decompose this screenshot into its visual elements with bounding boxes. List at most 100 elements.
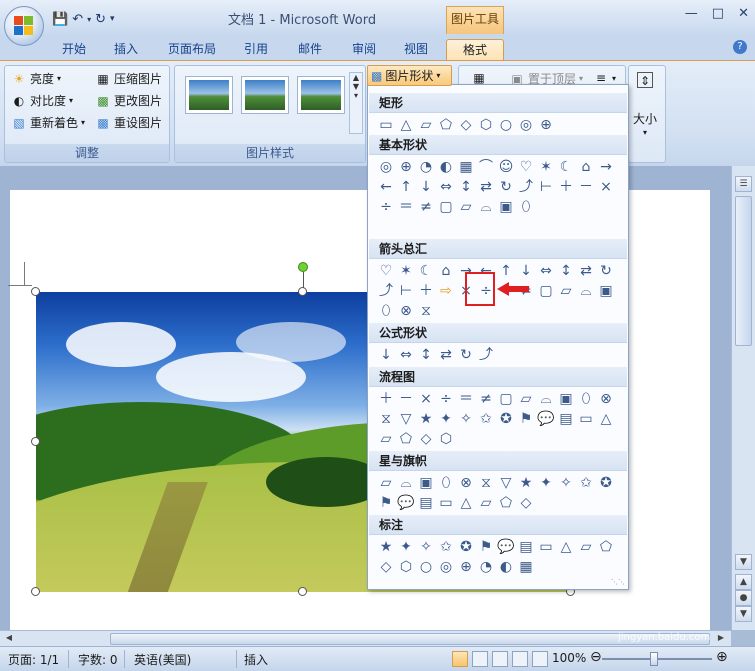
shape-option[interactable]: △ bbox=[456, 493, 476, 513]
shape-option[interactable]: ▭ bbox=[436, 493, 456, 513]
shape-option[interactable]: ▱ bbox=[576, 537, 596, 557]
shape-option[interactable]: ⊕ bbox=[456, 557, 476, 577]
shape-option[interactable]: ⌓ bbox=[476, 197, 496, 217]
shape-option[interactable]: ♡ bbox=[516, 157, 536, 177]
shape-option[interactable]: ↑ bbox=[496, 261, 516, 281]
shape-option[interactable]: ✧ bbox=[416, 537, 436, 557]
shape-option[interactable]: ✧ bbox=[456, 409, 476, 429]
shape-option[interactable]: ▢ bbox=[496, 389, 516, 409]
shape-option[interactable]: ⬯ bbox=[576, 389, 596, 409]
shape-option[interactable]: ◔ bbox=[416, 157, 436, 177]
rotate-handle[interactable] bbox=[298, 262, 308, 272]
outline-view-icon[interactable] bbox=[512, 651, 528, 667]
shape-option[interactable]: ⌂ bbox=[576, 157, 596, 177]
shape-option[interactable]: ○ bbox=[496, 115, 516, 135]
shape-option[interactable]: ▭ bbox=[576, 409, 596, 429]
shape-option[interactable]: ☾ bbox=[556, 157, 576, 177]
shape-option[interactable]: 💬 bbox=[536, 409, 556, 429]
save-icon[interactable]: 💾 bbox=[52, 12, 68, 27]
shape-option[interactable]: △ bbox=[596, 409, 616, 429]
shape-option[interactable]: ✩ bbox=[576, 473, 596, 493]
shape-option[interactable]: ↓ bbox=[416, 177, 436, 197]
shape-option[interactable]: ✦ bbox=[436, 409, 456, 429]
shape-option[interactable]: ◎ bbox=[436, 557, 456, 577]
next-page-icon[interactable]: ▼ bbox=[735, 606, 752, 622]
shape-option[interactable]: ↕ bbox=[416, 345, 436, 365]
shape-option[interactable]: ◇ bbox=[516, 493, 536, 513]
shape-option[interactable]: ✩ bbox=[436, 537, 456, 557]
shape-option[interactable]: ▭ bbox=[376, 115, 396, 135]
shape-option[interactable]: ▢ bbox=[436, 197, 456, 217]
size-dropdown-icon[interactable]: ▾ bbox=[643, 128, 647, 137]
word-count[interactable]: 字数: 0 bbox=[78, 651, 118, 668]
undo-icon[interactable]: ↶ bbox=[72, 12, 83, 27]
picture-style-thumb-2[interactable] bbox=[241, 76, 289, 114]
size-dialog-button[interactable]: ⇕ bbox=[637, 72, 653, 88]
shape-option[interactable]: ↓ bbox=[516, 261, 536, 281]
reset-picture-button[interactable]: ▩ 重设图片 bbox=[95, 114, 162, 131]
resize-handle-tl[interactable] bbox=[31, 287, 40, 296]
shape-option[interactable]: ÷ bbox=[376, 197, 396, 217]
shape-option[interactable]: ▣ bbox=[416, 473, 436, 493]
shape-option[interactable]: ✧ bbox=[556, 473, 576, 493]
shape-option[interactable]: ▽ bbox=[396, 409, 416, 429]
shape-option[interactable]: ◇ bbox=[416, 429, 436, 449]
shape-option[interactable]: ↻ bbox=[496, 177, 516, 197]
vertical-scroll-thumb[interactable] bbox=[735, 196, 752, 346]
customize-qat-icon[interactable]: ▾ bbox=[110, 14, 115, 24]
tab-format[interactable]: 格式 bbox=[446, 39, 504, 60]
shape-option[interactable]: ◐ bbox=[496, 557, 516, 577]
shape-option[interactable]: ≠ bbox=[416, 197, 436, 217]
close-icon[interactable]: ✕ bbox=[738, 6, 749, 21]
shape-option[interactable]: ↻ bbox=[596, 261, 616, 281]
scroll-left-icon[interactable]: ◀ bbox=[2, 632, 16, 645]
shape-option[interactable]: ▦ bbox=[456, 157, 476, 177]
resize-handle-bl[interactable] bbox=[31, 587, 40, 596]
shape-option[interactable]: ★ bbox=[516, 473, 536, 493]
select-browse-object-icon[interactable]: ● bbox=[735, 590, 752, 606]
shape-option[interactable]: ▢ bbox=[536, 281, 556, 301]
shape-option[interactable]: × bbox=[416, 389, 436, 409]
shape-option[interactable]: ▱ bbox=[556, 281, 576, 301]
shape-option[interactable]: ⚑ bbox=[376, 493, 396, 513]
zoom-slider-knob[interactable] bbox=[650, 652, 658, 666]
shape-option[interactable]: ▱ bbox=[456, 197, 476, 217]
shape-option[interactable]: ⌓ bbox=[576, 281, 596, 301]
tab-review[interactable]: 审阅 bbox=[342, 39, 386, 60]
shape-option[interactable]: 💬 bbox=[496, 537, 516, 557]
shape-option[interactable]: ▭ bbox=[536, 537, 556, 557]
shape-option[interactable]: ▽ bbox=[496, 473, 516, 493]
shape-option[interactable]: ⚑ bbox=[516, 409, 536, 429]
language-indicator[interactable]: 英语(美国) bbox=[134, 651, 191, 668]
shape-option[interactable]: ↑ bbox=[396, 177, 416, 197]
help-icon[interactable]: ? bbox=[733, 40, 747, 54]
striped-right-arrow-icon[interactable]: ⇨ bbox=[436, 281, 456, 301]
shape-option[interactable]: ◇ bbox=[456, 115, 476, 135]
shape-option[interactable]: ⊗ bbox=[596, 389, 616, 409]
shape-option[interactable]: ✩ bbox=[476, 409, 496, 429]
shape-option[interactable]: ✪ bbox=[496, 409, 516, 429]
shape-option[interactable]: － bbox=[396, 389, 416, 409]
shape-option[interactable]: ▱ bbox=[376, 473, 396, 493]
shape-option[interactable]: － bbox=[576, 177, 596, 197]
shape-option[interactable]: ★ bbox=[416, 409, 436, 429]
shape-option[interactable]: ○ bbox=[416, 557, 436, 577]
shape-option[interactable]: ◎ bbox=[376, 157, 396, 177]
shape-option[interactable]: ↕ bbox=[456, 177, 476, 197]
shape-option[interactable]: ⬠ bbox=[396, 429, 416, 449]
redo-icon[interactable]: ↻ bbox=[95, 12, 106, 27]
minimize-icon[interactable]: — bbox=[685, 6, 698, 21]
shape-option[interactable]: ⬠ bbox=[596, 537, 616, 557]
shape-option[interactable]: ▱ bbox=[476, 493, 496, 513]
shape-option[interactable]: ⊕ bbox=[536, 115, 556, 135]
shape-option[interactable]: ⧖ bbox=[476, 473, 496, 493]
shape-option[interactable]: ⬯ bbox=[516, 197, 536, 217]
shape-option[interactable]: ↻ bbox=[456, 345, 476, 365]
picture-style-thumb-1[interactable] bbox=[185, 76, 233, 114]
recolor-button[interactable]: ▧ 重新着色 ▾ bbox=[11, 114, 85, 131]
shape-option[interactable]: ✪ bbox=[456, 537, 476, 557]
shape-option[interactable]: ⊕ bbox=[396, 157, 416, 177]
shape-option[interactable]: ⊢ bbox=[396, 281, 416, 301]
full-screen-reading-icon[interactable] bbox=[472, 651, 488, 667]
shape-option[interactable]: ▤ bbox=[416, 493, 436, 513]
